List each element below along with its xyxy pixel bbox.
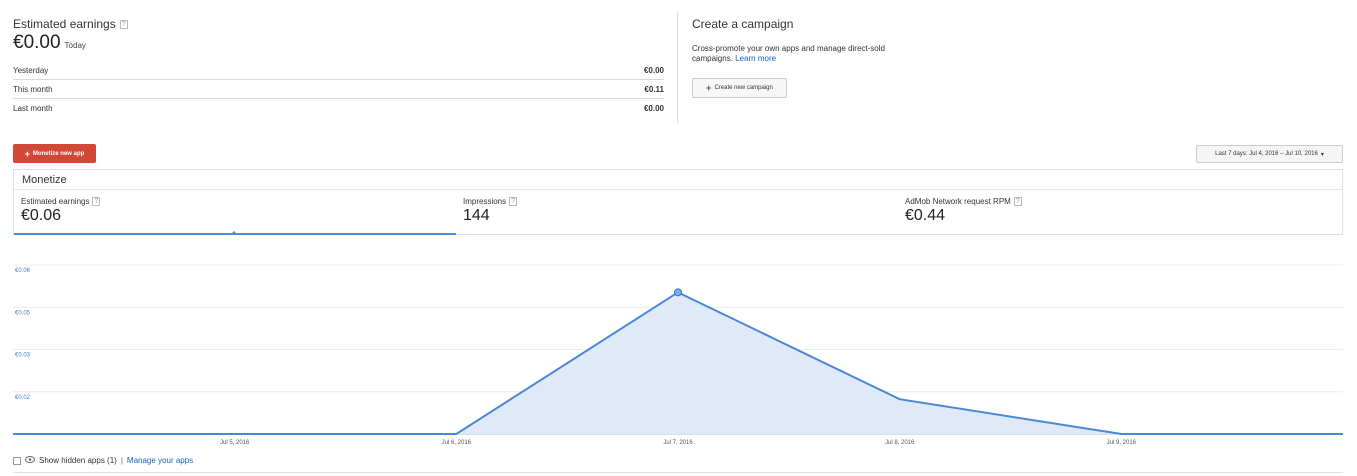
date-range-label: Last 7 days: Jul 4, 2016 – Jul 10, 2016 bbox=[1215, 151, 1318, 157]
learn-more-link[interactable]: Learn more bbox=[735, 54, 776, 63]
monetize-new-app-label: Monetize new app bbox=[32, 150, 85, 157]
chart-y-tick-label: €0.02 bbox=[15, 395, 31, 401]
earnings-today: €0.00 Today bbox=[13, 32, 664, 54]
campaign-description-text: Cross-promote your own apps and manage d… bbox=[692, 44, 885, 63]
chart-y-tick-label: €0.05 bbox=[15, 310, 31, 316]
help-icon[interactable]: ? bbox=[1013, 197, 1022, 206]
earnings-title: Estimated earnings bbox=[13, 17, 116, 31]
eye-icon bbox=[25, 456, 35, 465]
earnings-row: This month €0.11 bbox=[13, 80, 664, 99]
metric-label-row: AdMob Network request RPM ? bbox=[905, 197, 1342, 206]
active-caret-icon bbox=[230, 231, 238, 235]
plus-icon: + bbox=[24, 148, 30, 159]
earnings-chart-svg: €0.06 €0.05 €0.03 €0.02 Jul 5, 2016 Jul 6, 20… bbox=[13, 264, 1343, 446]
chart-point bbox=[674, 288, 682, 297]
earnings-row-value: €0.00 bbox=[643, 65, 664, 75]
help-icon[interactable]: ? bbox=[92, 197, 101, 206]
earnings-row-value: €0.11 bbox=[644, 84, 664, 94]
show-hidden-checkbox[interactable] bbox=[13, 456, 21, 465]
monetize-panel: Monetize Estimated earnings ? €0.06 Impr… bbox=[13, 169, 1343, 235]
metric-tab-estimated-earnings[interactable]: Estimated earnings ? €0.06 bbox=[14, 190, 456, 235]
earnings-chart: €0.06 €0.05 €0.03 €0.02 Jul 5, 2016 Jul 6, 20… bbox=[0, 245, 1357, 450]
date-range-dropdown[interactable]: Last 7 days: Jul 4, 2016 – Jul 10, 2016 … bbox=[1196, 145, 1343, 163]
show-hidden-label[interactable]: Show hidden apps (1) bbox=[39, 456, 117, 465]
earnings-period: Today bbox=[64, 41, 86, 50]
metric-label-row: Estimated earnings ? bbox=[21, 197, 456, 206]
metric-tabs: Estimated earnings ? €0.06 Impressions ?… bbox=[14, 190, 1342, 235]
metric-label: Estimated earnings bbox=[21, 197, 90, 206]
earnings-row: Yesterday €0.00 bbox=[13, 61, 664, 80]
earnings-row-value: €0.00 bbox=[643, 104, 664, 113]
chart-x-tick-label: Jul 9, 2016 bbox=[1107, 440, 1137, 446]
metric-tab-impressions[interactable]: Impressions ? 144 bbox=[456, 190, 898, 235]
chart-y-tick-label: €0.06 bbox=[15, 268, 31, 274]
metric-label: AdMob Network request RPM bbox=[905, 197, 1011, 206]
chart-x-tick-label: Jul 5, 2016 bbox=[220, 440, 250, 446]
earnings-summary: Estimated earnings ? €0.00 Today Yesterd… bbox=[13, 17, 664, 113]
create-campaign-button[interactable]: + Create new campaign bbox=[692, 78, 787, 98]
chart-area bbox=[13, 292, 1343, 434]
bottom-divider bbox=[13, 472, 1343, 473]
chevron-down-icon: ▾ bbox=[1320, 151, 1324, 158]
plus-icon: + bbox=[706, 83, 712, 93]
metric-label: Impressions bbox=[463, 197, 507, 206]
campaign-panel: Create a campaign Cross-promote your own… bbox=[692, 17, 922, 98]
create-campaign-label: Create new campaign bbox=[714, 85, 773, 91]
earnings-row-label: Yesterday bbox=[13, 65, 49, 75]
chart-x-tick-label: Jul 8, 2016 bbox=[885, 440, 915, 446]
metric-value: €0.06 bbox=[21, 207, 62, 224]
earnings-title-row: Estimated earnings ? bbox=[13, 17, 664, 31]
manage-apps-link[interactable]: Manage your apps bbox=[127, 456, 193, 465]
earnings-row-label: Last month bbox=[13, 104, 53, 113]
metric-value: 144 bbox=[463, 207, 490, 224]
chart-x-tick-label: Jul 7, 2016 bbox=[663, 440, 693, 446]
monetize-title: Monetize bbox=[14, 170, 1342, 190]
monetize-new-app-button[interactable]: + Monetize new app bbox=[13, 144, 96, 163]
help-icon[interactable]: ? bbox=[119, 19, 128, 29]
metric-label-row: Impressions ? bbox=[463, 197, 898, 206]
earnings-row-label: This month bbox=[13, 84, 53, 94]
chart-x-tick-label: Jul 6, 2016 bbox=[442, 440, 472, 446]
help-icon[interactable]: ? bbox=[509, 197, 518, 206]
metric-value: €0.44 bbox=[905, 207, 946, 224]
campaign-title: Create a campaign bbox=[692, 17, 794, 31]
panel-divider bbox=[677, 12, 678, 123]
campaign-description: Cross-promote your own apps and manage d… bbox=[692, 44, 912, 64]
earnings-table: Yesterday €0.00 This month €0.11 Last mo… bbox=[13, 61, 664, 118]
footer-bar: Show hidden apps (1) | Manage your apps bbox=[13, 456, 193, 465]
earnings-row: Last month €0.00 bbox=[13, 99, 664, 118]
metric-tab-request-rpm[interactable]: AdMob Network request RPM ? €0.44 bbox=[898, 190, 1342, 235]
chart-y-tick-label: €0.03 bbox=[15, 353, 31, 359]
footer-separator: | bbox=[120, 456, 123, 465]
earnings-amount: €0.00 bbox=[13, 32, 61, 53]
